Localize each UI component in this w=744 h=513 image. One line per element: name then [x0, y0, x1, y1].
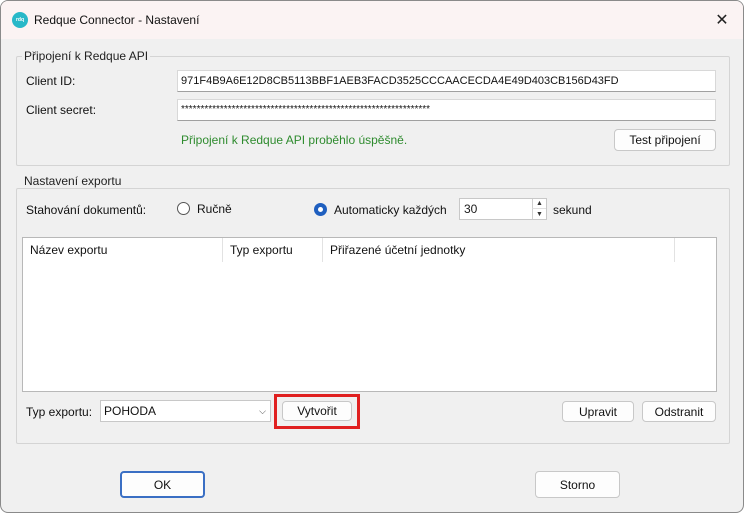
- test-connection-button[interactable]: Test připojení: [614, 129, 716, 151]
- column-header-accounting-units[interactable]: Přiřazené účetní jednotky: [323, 238, 675, 262]
- spin-up-icon[interactable]: ▲: [532, 199, 546, 209]
- export-type-label: Typ exportu:: [26, 405, 93, 419]
- interval-value[interactable]: 30: [464, 202, 477, 216]
- client-secret-label: Client secret:: [26, 103, 97, 117]
- title-bar[interactable]: rdq Redque Connector - Nastavení ✕: [1, 1, 743, 39]
- ok-button[interactable]: OK: [120, 471, 205, 498]
- client-id-field[interactable]: 971F4B9A6E12D8CB5113BBF1AEB3FACD3525CCCA…: [177, 70, 716, 92]
- window-title: Redque Connector - Nastavení: [34, 13, 200, 27]
- settings-window: rdq Redque Connector - Nastavení ✕ Připo…: [0, 0, 744, 513]
- automatic-radio[interactable]: [314, 203, 327, 216]
- connection-status-message: Připojení k Redque API proběhlo úspěšně.: [181, 133, 408, 147]
- chevron-down-icon: ⌵: [259, 406, 266, 416]
- cancel-button[interactable]: Storno: [535, 471, 620, 498]
- client-id-label: Client ID:: [26, 74, 76, 88]
- interval-spinner[interactable]: 30 ▲ ▼: [459, 198, 547, 220]
- interval-unit-label: sekund: [553, 203, 592, 217]
- export-group-label: Nastavení exportu: [22, 174, 124, 188]
- automatic-radio-label[interactable]: Automaticky každých: [334, 203, 447, 217]
- client-secret-field[interactable]: ****************************************…: [177, 99, 716, 121]
- download-mode-label: Stahování dokumentů:: [26, 203, 147, 217]
- export-type-select[interactable]: POHODA ⌵: [100, 400, 271, 422]
- create-button-highlight: [274, 394, 360, 429]
- manual-radio-label[interactable]: Ručně: [197, 202, 232, 216]
- edit-button[interactable]: Upravit: [562, 401, 634, 422]
- column-header-export-name[interactable]: Název exportu: [23, 238, 223, 262]
- remove-button[interactable]: Odstranit: [642, 401, 716, 422]
- close-icon[interactable]: ✕: [707, 7, 737, 33]
- export-type-selected: POHODA: [104, 404, 157, 418]
- spin-down-icon[interactable]: ▼: [532, 209, 546, 219]
- column-header-export-type[interactable]: Typ exportu: [223, 238, 323, 262]
- app-logo-icon: rdq: [12, 12, 28, 28]
- manual-radio[interactable]: [177, 202, 190, 215]
- exports-list[interactable]: Název exportu Typ exportu Přiřazené účet…: [22, 237, 717, 392]
- api-group-label: Připojení k Redque API: [22, 49, 151, 63]
